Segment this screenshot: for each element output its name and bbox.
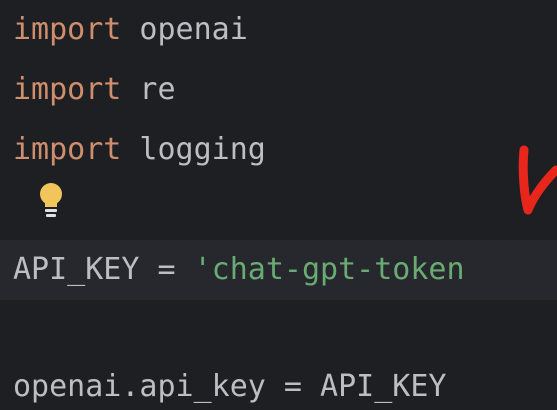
module-name: re <box>121 72 176 107</box>
code-line-3[interactable]: import logging <box>0 120 557 180</box>
code-line-1[interactable]: import openai <box>0 0 557 60</box>
lightbulb-icon[interactable] <box>36 181 66 221</box>
keyword-import: import <box>13 12 122 47</box>
module-name: logging <box>121 132 266 167</box>
keyword-import: import <box>13 132 122 167</box>
code-line-6[interactable] <box>0 300 557 360</box>
code-line-2[interactable]: import re <box>0 60 557 120</box>
assignment-code: API_KEY = <box>13 252 194 287</box>
code-line-7[interactable]: openai.api_key = API_KEY <box>0 357 557 410</box>
string-literal: 'chat-gpt-token <box>193 252 465 287</box>
red-annotation-icon <box>510 140 557 220</box>
keyword-import: import <box>13 72 122 107</box>
assignment-code: openai.api_key = API_KEY <box>13 369 447 404</box>
module-name: openai <box>121 12 248 47</box>
code-line-5-current[interactable]: API_KEY = 'chat-gpt-token <box>0 240 557 300</box>
code-editor[interactable]: import openai import re import logging A… <box>0 0 557 410</box>
